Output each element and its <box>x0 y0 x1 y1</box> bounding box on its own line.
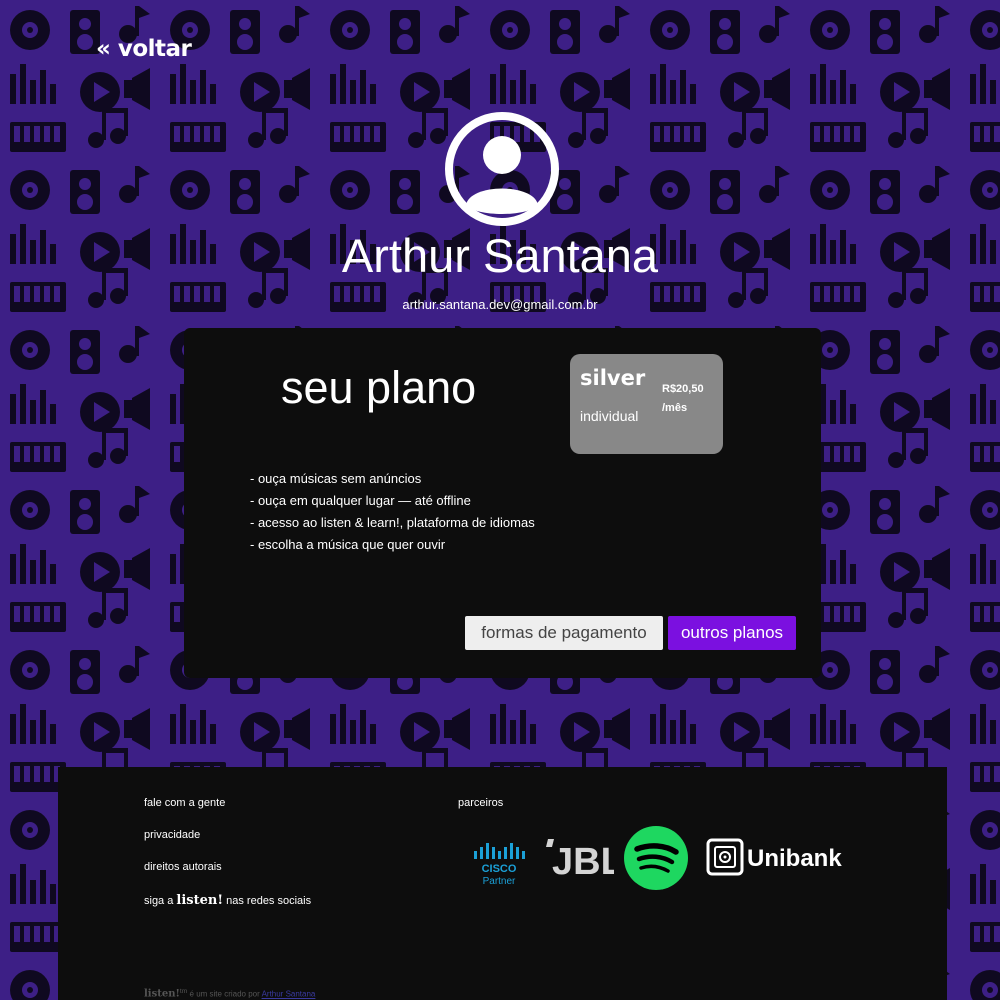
footer-link-contact[interactable]: fale com a gente <box>144 797 311 829</box>
footer-links: fale com a gente privacidade direitos au… <box>144 797 311 925</box>
spotify-logo <box>624 826 688 890</box>
footer-credit: listen!tm é um site criado por Arthur Sa… <box>144 988 315 1000</box>
user-name: Arthur Santana <box>341 229 659 282</box>
cisco-name: CISCO <box>482 863 517 875</box>
plan-price: R$20,50 <box>662 383 704 395</box>
plan-feature: - acesso ao listen & learn!, plataforma … <box>250 515 535 530</box>
plan-feature: - ouça em qualquer lugar — até offline <box>250 493 471 508</box>
social-brand: listen! <box>176 893 224 908</box>
credit-tm: tm <box>179 988 188 995</box>
social-suffix: nas redes sociais <box>226 895 312 907</box>
plan-features-list: - ouça músicas sem anúncios - ouça em qu… <box>250 468 540 556</box>
credit-text: é um site criado por <box>189 989 260 999</box>
plan-badge: silver individual R$20,50 /mês <box>570 354 723 454</box>
jbl-name: JBL <box>552 841 614 877</box>
other-plans-button[interactable]: outros planos <box>668 616 796 650</box>
cisco-partner-logo: CISCO Partner <box>474 843 525 887</box>
user-circle-icon <box>445 112 559 226</box>
credit-author-link[interactable]: Arthur Santana <box>262 990 316 999</box>
unibank-name: Unibank <box>747 845 842 872</box>
footer-link-privacy[interactable]: privacidade <box>144 829 311 861</box>
plan-card: seu plano silver individual R$20,50 /mês… <box>184 328 821 678</box>
footer-link-copyright[interactable]: direitos autorais <box>144 861 311 893</box>
footer: fale com a gente privacidade direitos au… <box>58 767 947 1000</box>
unibank-logo: Unibank <box>706 838 842 876</box>
user-email: arthur.santana.dev@gmail.com.br <box>402 297 598 312</box>
payment-methods-button[interactable]: formas de pagamento <box>465 616 663 650</box>
credit-brand: listen! <box>144 988 180 1000</box>
plan-feature: - escolha a música que quer ouvir <box>250 537 446 552</box>
jbl-logo: JBL <box>546 839 614 877</box>
footer-link-social[interactable]: siga a listen! nas redes sociais <box>144 893 311 925</box>
back-link[interactable]: « voltar <box>96 36 192 62</box>
plan-title: seu plano <box>281 362 477 413</box>
plan-feature: - ouça músicas sem anúncios <box>250 471 422 486</box>
plan-period: /mês <box>662 402 688 414</box>
plan-name: silver <box>580 366 646 390</box>
social-prefix: siga a <box>144 895 174 907</box>
plan-type: individual <box>580 408 639 424</box>
cisco-sub: Partner <box>483 876 516 887</box>
partners-heading: parceiros <box>458 797 504 809</box>
plan-price-block: R$20,50 /mês <box>662 380 722 418</box>
